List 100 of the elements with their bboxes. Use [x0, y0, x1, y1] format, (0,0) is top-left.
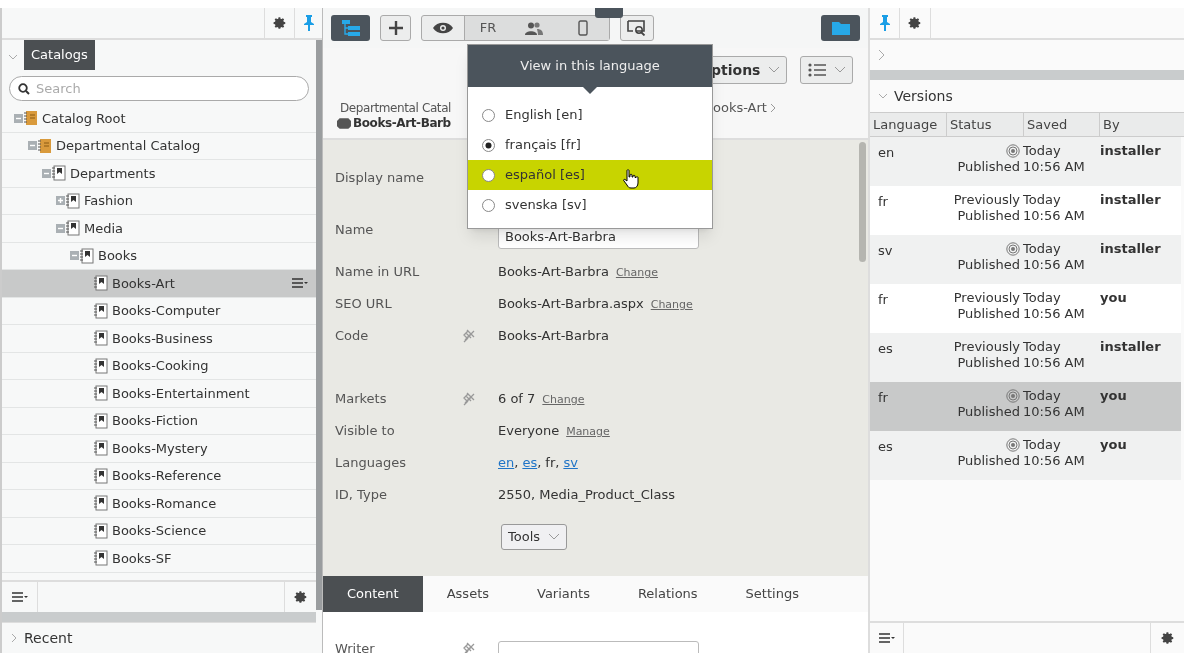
node-icon [52, 165, 66, 182]
tag-icon [337, 117, 351, 129]
change-link[interactable]: Change [650, 297, 693, 314]
radio-button[interactable] [482, 108, 495, 122]
separator: , [514, 454, 519, 473]
change-link[interactable]: Change [615, 265, 658, 282]
tree-item[interactable]: Fashion [2, 187, 316, 215]
tree-icon [341, 20, 360, 36]
tab[interactable]: Content [323, 576, 423, 612]
chevron-down-icon [768, 66, 781, 74]
language-option[interactable]: svenska [sv] [468, 190, 712, 220]
chevron-down-icon [548, 533, 561, 541]
catalogs-tab[interactable]: Catalogs [24, 40, 95, 70]
tab[interactable]: Relations [613, 576, 722, 612]
tree-item[interactable]: Books-Computer [2, 297, 316, 325]
versions-heading[interactable]: Versions [894, 85, 953, 107]
tree-button[interactable] [331, 15, 370, 41]
column-header[interactable]: Saved [1023, 113, 1099, 136]
menu-icon [292, 278, 308, 289]
version-row[interactable]: en Published Today 10:56 AM installer [870, 137, 1181, 186]
tab[interactable]: Variants [513, 576, 614, 612]
author-cell-text: installer [1099, 143, 1162, 160]
tree-item[interactable]: Departments [2, 160, 316, 188]
column-header[interactable]: By [1099, 113, 1184, 136]
version-row[interactable]: fr Previously Published Today 10:56 AM installer [870, 186, 1181, 235]
scrollbar[interactable] [859, 142, 866, 262]
add-button[interactable] [380, 15, 411, 41]
tree-item[interactable]: Books-Science [2, 517, 316, 545]
tree-item[interactable]: Books-Entertainment [2, 380, 316, 408]
tree-item[interactable]: Books-Business [2, 325, 316, 353]
version-row[interactable]: sv Published Today 10:56 AM installer [870, 235, 1181, 284]
list-view-button[interactable] [800, 56, 853, 84]
language-link[interactable]: sv [563, 453, 578, 473]
recent-heading[interactable]: Recent [24, 627, 73, 649]
status-text: Previously Published [952, 192, 1020, 224]
change-link[interactable]: Change [542, 392, 585, 409]
preview-icon [627, 20, 647, 36]
tree-item[interactable]: Books-Art [2, 270, 316, 298]
column-header[interactable]: Status [946, 113, 1023, 136]
radio-button[interactable] [482, 138, 495, 152]
target-icon [1006, 389, 1020, 403]
field-label: Code [335, 327, 370, 346]
status-text: Published [957, 159, 1020, 175]
settings-icon [1160, 631, 1175, 645]
node-icon [94, 495, 108, 512]
tab[interactable]: Assets [422, 576, 513, 612]
tree-item[interactable]: Books-SF [2, 545, 316, 573]
tab[interactable]: Settings [721, 576, 823, 612]
language-cell-text: sv [877, 242, 894, 260]
menu-icon [11, 592, 28, 602]
author-cell-text: you [1099, 388, 1128, 405]
saved-date: Today [1023, 290, 1062, 306]
version-row[interactable]: es Previously Published Today 10:56 AM installer [870, 333, 1181, 382]
language-option[interactable]: français [fr] [468, 130, 712, 160]
search-field[interactable]: Search [9, 76, 309, 101]
pin-icon [303, 15, 314, 31]
language-cell-text: en [877, 144, 896, 162]
breadcrumb-link[interactable]: ooks-Art [713, 98, 767, 118]
saved-time: 10:56 AM [1023, 208, 1086, 224]
language-button[interactable]: FR [465, 16, 511, 40]
radio-button[interactable] [482, 198, 495, 212]
column-header[interactable]: Language [870, 113, 946, 136]
tree-item[interactable]: Books-Mystery [2, 435, 316, 463]
language-option[interactable]: español [es] [468, 160, 712, 190]
version-row[interactable]: fr Previously Published Today 10:56 AM you [870, 284, 1181, 333]
field-label: Visible to [335, 422, 396, 441]
status-text: Published [957, 453, 1020, 469]
scrollbar[interactable] [316, 40, 322, 610]
language-cell-text: es [877, 340, 894, 358]
change-link[interactable]: Manage [566, 424, 610, 441]
language-link[interactable]: en [498, 453, 515, 473]
assets-button[interactable] [821, 15, 860, 41]
field-value: 2550, Media_Product_Class [498, 486, 675, 505]
saved-time: 10:56 AM [1023, 404, 1086, 420]
tree-item[interactable]: Catalog Root [2, 105, 316, 133]
settings-icon [272, 16, 287, 30]
radio-button[interactable] [482, 168, 495, 182]
language-option[interactable]: English [en] [468, 100, 712, 130]
pin-icon [879, 15, 890, 31]
tree-item[interactable]: Media [2, 215, 316, 243]
version-row[interactable]: es Published Today 10:56 AM you [870, 431, 1181, 480]
chevron-right-icon [10, 633, 18, 643]
version-row[interactable]: fr Published Today 10:56 AM you [870, 382, 1181, 431]
menu-indicator [595, 8, 623, 18]
tree-item[interactable]: Books-Cooking [2, 352, 316, 380]
node-icon [94, 302, 108, 319]
breadcrumb-link[interactable]: Departmental Catal [340, 99, 452, 117]
device-button[interactable] [557, 16, 609, 40]
list-icon [807, 63, 826, 77]
language-cell-text: es [877, 438, 894, 456]
tools-button[interactable]: Tools [501, 524, 568, 550]
saved-date: Today [1023, 143, 1062, 159]
tree-item[interactable]: Books-Fiction [2, 407, 316, 435]
options-button[interactable]: ptions [710, 56, 788, 84]
field-label: Markets [335, 390, 388, 409]
tree-item[interactable]: Books-Romance [2, 490, 316, 518]
tree-item[interactable]: Books-Reference [2, 462, 316, 490]
author-cell-text: you [1099, 437, 1128, 454]
tree-item[interactable]: Departmental Catalog [2, 132, 316, 160]
preview-button[interactable] [620, 15, 654, 41]
